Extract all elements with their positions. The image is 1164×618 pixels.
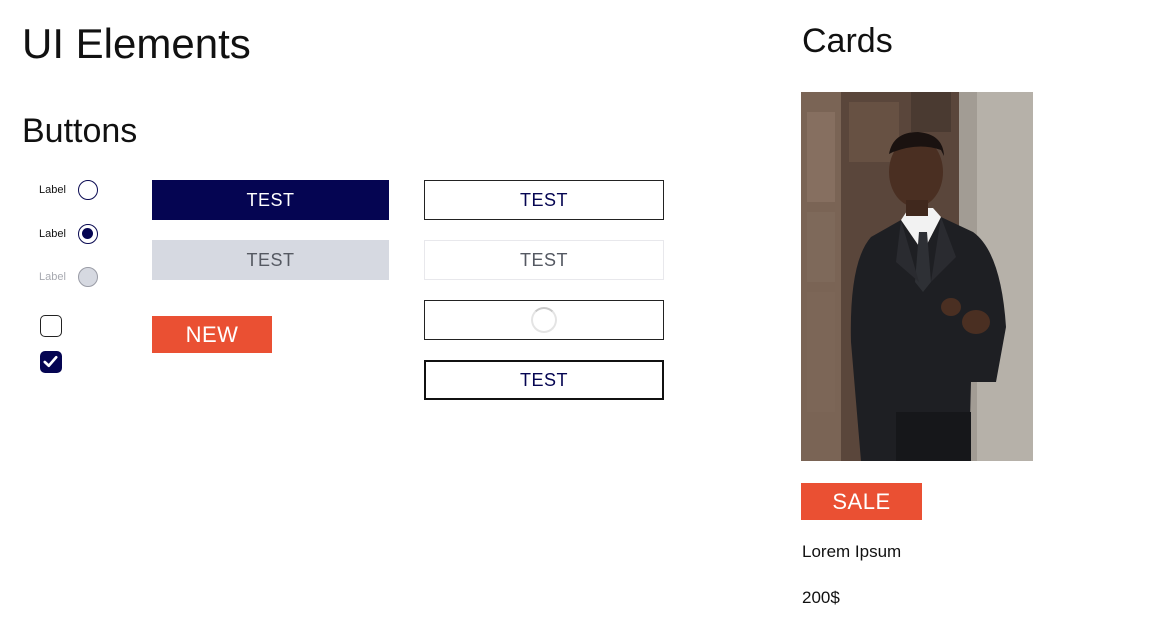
radio-label: Label: [39, 228, 66, 240]
outline-button[interactable]: TEST: [424, 180, 664, 220]
radio-label-disabled: Label: [39, 271, 66, 283]
radio-option-1[interactable]: Label: [39, 180, 98, 200]
loading-button[interactable]: [424, 300, 664, 340]
outline-button-bold[interactable]: TEST: [424, 360, 664, 400]
checkbox-unchecked[interactable]: [40, 315, 62, 337]
new-tag: NEW: [152, 316, 272, 353]
primary-button[interactable]: TEST: [152, 180, 389, 220]
product-image[interactable]: [801, 92, 1033, 461]
card-product-price: 200$: [802, 588, 840, 607]
checkbox-checked[interactable]: [40, 351, 62, 373]
radio-button-disabled: [78, 267, 98, 287]
buttons-section-title: Buttons: [22, 112, 138, 150]
radio-option-2[interactable]: Label: [39, 224, 98, 244]
disabled-button: TEST: [152, 240, 389, 280]
checkmark-icon: [43, 355, 58, 368]
radio-button-unchecked[interactable]: [78, 180, 98, 200]
outline-button-disabled: TEST: [424, 240, 664, 280]
card-product-name[interactable]: Lorem Ipsum: [802, 542, 901, 562]
radio-option-3: Label: [39, 267, 98, 287]
spinner-icon: [531, 307, 557, 333]
radio-button-checked[interactable]: [78, 224, 98, 244]
page-title: UI Elements: [22, 20, 251, 67]
radio-label: Label: [39, 184, 66, 196]
sale-tag: SALE: [801, 483, 922, 520]
cards-section-title: Cards: [802, 22, 893, 60]
man-in-suit-photo: [801, 92, 1033, 461]
